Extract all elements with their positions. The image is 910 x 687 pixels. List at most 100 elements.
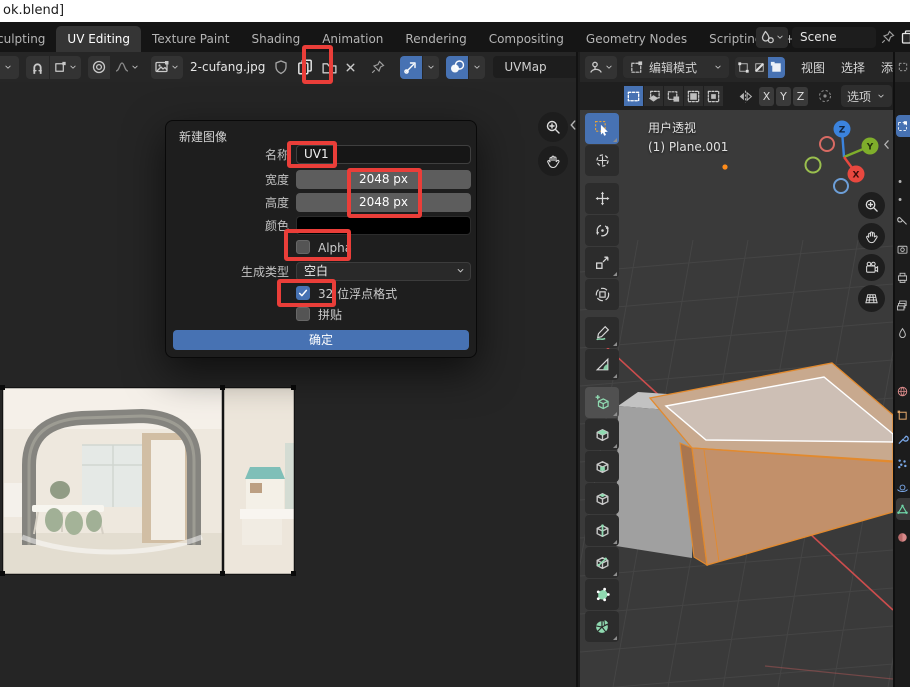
scene-icon bbox=[759, 29, 775, 45]
tiled-checkbox[interactable] bbox=[296, 307, 310, 321]
viewport-sidebar-collapse-icon[interactable] bbox=[880, 138, 893, 151]
vertex-select-button[interactable] bbox=[735, 57, 752, 78]
spin-tool[interactable] bbox=[585, 611, 619, 642]
viewport-zoom-button[interactable] bbox=[858, 192, 885, 219]
uvmap-field[interactable]: UVMap bbox=[493, 56, 576, 78]
gizmo-dropdown[interactable] bbox=[423, 56, 439, 79]
add-cube-tool[interactable] bbox=[585, 387, 619, 418]
snap-toggle-button[interactable] bbox=[26, 56, 49, 79]
uv-reference-image[interactable] bbox=[2, 387, 295, 575]
uv-corner-handle[interactable] bbox=[291, 385, 296, 390]
unlink-image-icon[interactable] bbox=[343, 60, 358, 75]
viewport-camera-button[interactable] bbox=[858, 254, 885, 281]
chevron-down-icon bbox=[170, 62, 180, 72]
editor-type-button[interactable] bbox=[585, 56, 617, 79]
properties-tab-dot[interactable] bbox=[896, 188, 910, 210]
editor-type-partial-button[interactable] bbox=[0, 56, 19, 79]
scene-name-field[interactable]: Scene bbox=[792, 27, 876, 48]
pin-icon[interactable] bbox=[880, 29, 896, 45]
loop-cut-tool[interactable] bbox=[585, 515, 619, 546]
inset-tool[interactable] bbox=[585, 451, 619, 482]
snap-mode-dropdown[interactable] bbox=[50, 56, 81, 79]
properties-tab-wrench[interactable] bbox=[896, 428, 910, 450]
proportional-edit-icon[interactable] bbox=[817, 88, 833, 104]
properties-tab-world[interactable] bbox=[896, 380, 910, 402]
box-select-new-button[interactable] bbox=[624, 86, 643, 106]
overlay-toggle-button[interactable] bbox=[446, 56, 468, 79]
cursor-tool[interactable] bbox=[585, 145, 619, 176]
tab-uv-editing[interactable]: UV Editing bbox=[56, 26, 141, 52]
viewport-ortho-button[interactable] bbox=[858, 285, 885, 312]
image-name[interactable]: 2-cufang.jpg bbox=[190, 60, 265, 74]
uv-corner-handle[interactable] bbox=[0, 571, 5, 576]
box-select-invert-button[interactable] bbox=[684, 86, 703, 106]
uv-sidebar-collapse-icon[interactable] bbox=[566, 118, 580, 132]
mirror-icon[interactable] bbox=[737, 88, 754, 105]
tab-geometry-nodes[interactable]: Geometry Nodes bbox=[575, 26, 698, 52]
rotate-tool[interactable] bbox=[585, 215, 619, 246]
properties-active-editor-button[interactable] bbox=[896, 115, 910, 137]
tab-rendering[interactable]: Rendering bbox=[394, 26, 477, 52]
falloff-dropdown[interactable] bbox=[111, 56, 143, 79]
mirror-y-button[interactable]: Y bbox=[776, 87, 791, 106]
navigation-gizmo[interactable]: Z Y X bbox=[802, 115, 887, 197]
menu-select[interactable]: 选择 bbox=[833, 59, 873, 76]
image-browse-button[interactable] bbox=[151, 56, 183, 79]
overlay-dropdown[interactable] bbox=[469, 56, 485, 79]
tab-texture-paint[interactable]: Texture Paint bbox=[141, 26, 240, 52]
pin-icon[interactable] bbox=[370, 59, 386, 75]
properties-tab-particles[interactable] bbox=[896, 452, 910, 474]
proportional-edit-button[interactable] bbox=[88, 56, 110, 79]
knife-tool[interactable] bbox=[585, 547, 619, 578]
uv-zoom-button[interactable] bbox=[538, 112, 568, 142]
uv-corner-handle[interactable] bbox=[220, 385, 225, 390]
properties-tab-printer[interactable] bbox=[896, 266, 910, 288]
transform-tool[interactable] bbox=[585, 279, 619, 310]
scale-icon bbox=[594, 254, 611, 271]
ok-button[interactable]: 确定 bbox=[173, 330, 469, 350]
properties-tab-object[interactable] bbox=[896, 404, 910, 426]
new-scene-icon[interactable] bbox=[900, 29, 910, 45]
properties-tab-data[interactable] bbox=[896, 498, 910, 520]
properties-tab-render[interactable] bbox=[896, 238, 910, 260]
poly-build-tool[interactable] bbox=[585, 579, 619, 610]
properties-tab-physics[interactable] bbox=[896, 476, 910, 498]
mirror-x-button[interactable]: X bbox=[759, 87, 774, 106]
box-select-extend-button[interactable] bbox=[644, 86, 663, 106]
tab-compositing[interactable]: Compositing bbox=[478, 26, 575, 52]
properties-tab-stack[interactable] bbox=[896, 294, 910, 316]
box-select-intersect-button[interactable] bbox=[704, 86, 723, 106]
properties-tab-tool[interactable] bbox=[896, 210, 910, 232]
menu-view[interactable]: 视图 bbox=[793, 59, 833, 76]
tab-shading[interactable]: Shading bbox=[240, 26, 311, 52]
fake-user-shield-icon[interactable] bbox=[273, 59, 289, 75]
viewport-pan-button[interactable] bbox=[858, 223, 885, 250]
gizmo-toggle-button[interactable] bbox=[400, 56, 422, 79]
properties-header-sliver bbox=[895, 52, 910, 82]
move-tool[interactable] bbox=[585, 183, 619, 214]
extrude-tool[interactable] bbox=[585, 419, 619, 450]
viewport-canvas[interactable]: 用户透视 (1) Plane.001 Z Y X bbox=[580, 110, 893, 687]
edge-select-button[interactable] bbox=[752, 57, 769, 78]
tweak-select-tool[interactable] bbox=[585, 113, 619, 144]
box-select-mode-group bbox=[624, 86, 723, 106]
face-select-button[interactable] bbox=[768, 57, 785, 78]
mode-dropdown[interactable]: 编辑模式 bbox=[623, 56, 729, 78]
annotate-tool[interactable] bbox=[585, 317, 619, 348]
annotation-name-field bbox=[287, 141, 337, 168]
uv-corner-handle[interactable] bbox=[0, 385, 5, 390]
box-select-subtract-button[interactable] bbox=[664, 86, 683, 106]
options-dropdown[interactable]: 选项 bbox=[841, 85, 892, 107]
scene-type-button[interactable] bbox=[756, 27, 788, 48]
mirror-z-button[interactable]: Z bbox=[793, 87, 808, 106]
properties-tab-flame[interactable] bbox=[896, 322, 910, 344]
properties-tab-material[interactable] bbox=[896, 526, 910, 548]
uv-corner-handle[interactable] bbox=[220, 571, 225, 576]
menu-add-partial[interactable]: 添 bbox=[873, 59, 893, 76]
uv-pan-button[interactable] bbox=[538, 146, 568, 176]
bevel-tool[interactable] bbox=[585, 483, 619, 514]
uv-corner-handle[interactable] bbox=[291, 571, 296, 576]
measure-tool[interactable] bbox=[585, 349, 619, 380]
scale-tool[interactable] bbox=[585, 247, 619, 278]
tab-culpting[interactable]: culpting bbox=[0, 26, 56, 52]
